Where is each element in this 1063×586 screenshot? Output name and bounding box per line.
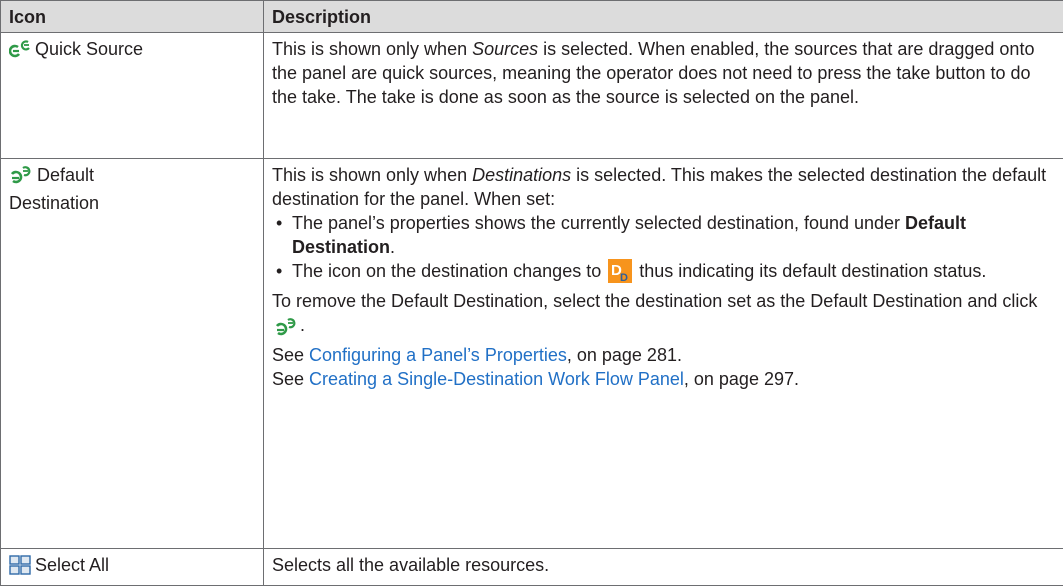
bullet-item: The panel’s properties shows the current…: [272, 211, 1055, 259]
table-row: Select All Selects all the available res…: [1, 549, 1063, 586]
table-header-row: Icon Description: [1, 1, 1063, 33]
see-reference: See Creating a Single-Destination Work F…: [272, 367, 1055, 391]
see-reference: See Configuring a Panel’s Properties, on…: [272, 343, 1055, 367]
description-cell: This is shown only when Sources is selec…: [264, 33, 1063, 159]
icon-description-table: Icon Description Quick Source This is sh…: [0, 0, 1063, 586]
icon-cell: Select All: [1, 549, 264, 586]
icon-cell: Default Destination: [1, 159, 264, 549]
row-label-line1: Default: [37, 165, 94, 185]
header-description: Description: [264, 1, 1063, 33]
row-label-line2: Destination: [9, 193, 99, 213]
dd-badge-icon: DD: [608, 259, 632, 289]
paragraph: This is shown only when Destinations is …: [272, 163, 1055, 211]
link-single-destination-panel[interactable]: Creating a Single-Destination Work Flow …: [309, 369, 684, 389]
description-cell: Selects all the available resources.: [264, 549, 1063, 586]
table-row: Default Destination This is shown only w…: [1, 159, 1063, 549]
description-cell: This is shown only when Destinations is …: [264, 159, 1063, 549]
row-label: Select All: [35, 555, 109, 575]
icon-cell: Quick Source: [1, 33, 264, 159]
header-icon: Icon: [1, 1, 264, 33]
default-destination-icon: [9, 165, 33, 191]
svg-text:D: D: [620, 272, 628, 283]
link-configuring-panel-properties[interactable]: Configuring a Panel’s Properties: [309, 345, 567, 365]
select-all-grid-icon: [9, 555, 31, 581]
bullet-item: The icon on the destination changes to D…: [272, 259, 1055, 289]
default-destination-icon: [274, 317, 298, 343]
row-label: Quick Source: [35, 39, 143, 59]
quick-source-icon: [9, 39, 31, 65]
paragraph: To remove the Default Destination, selec…: [272, 289, 1055, 343]
table-row: Quick Source This is shown only when Sou…: [1, 33, 1063, 159]
